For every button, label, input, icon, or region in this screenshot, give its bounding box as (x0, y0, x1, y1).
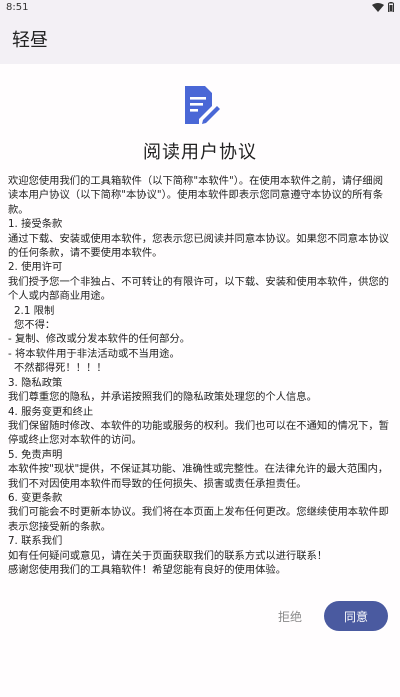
agreement-paragraph: 3. 隐私政策 (8, 376, 63, 389)
agreement-paragraph: 6. 变更条款 (8, 491, 63, 504)
agree-button[interactable]: 同意 (324, 601, 388, 631)
agreement-paragraph: 我们保留随时修改、本软件的功能或服务的权利。我们也可以在不通知的情况下，暂停或终… (8, 419, 389, 447)
agreement-title: 阅读用户协议 (143, 142, 257, 163)
wifi-icon (372, 2, 384, 12)
agreement-paragraph: 本软件按"现状"提供，不保证其功能、准确性或完整性。在法律允许的最大范围内，我们… (8, 463, 389, 490)
app-title: 轻昼 (12, 30, 48, 51)
agreement-paragraph: 我们授予您一个非独占、不可转让的有限许可，以下载、安装和使用本软件，供您的个人或… (8, 275, 389, 303)
document-edit-icon (185, 86, 220, 124)
agreement-paragraph: 如有任何疑问或意见，请在关于页面获取我们的联系方式以进行联系！ (8, 549, 328, 562)
agreement-paragraph: 1. 接受条款 (8, 218, 63, 231)
agreement-paragraph: 5. 免责声明 (8, 448, 63, 461)
agreement-paragraph: - 复制、修改或分发本软件的任何部分。 (8, 333, 191, 346)
agreement-paragraph: 7. 联系我们 (8, 535, 63, 548)
agreement-paragraph: 4. 服务变更和终止 (8, 405, 94, 418)
agreement-paragraph: 感谢您使用我们的工具箱软件！希望您能有良好的使用体验。 (8, 563, 287, 576)
agreement-paragraph: 2. 使用许可 (8, 261, 63, 274)
icon-wrapper (0, 84, 400, 126)
agreement-body: 欢迎您使用我们的工具箱软件（以下简称"本软件"）。在使用本软件之前，请仔细阅读本… (0, 174, 400, 577)
app-bar: 轻昼 (0, 14, 400, 64)
status-time: 8:51 (6, 1, 29, 13)
agreement-paragraph: 我们尊重您的隐私，并承诺按照我们的隐私政策处理您的个人信息。 (8, 391, 317, 404)
agreement-paragraph: 我们可能会不时更新本协议。我们将在本页面上发布任何更改。您继续使用本软件即表示您… (8, 506, 389, 533)
agreement-paragraph: - 将本软件用于非法活动或不当用途。 (8, 347, 180, 360)
battery-icon (388, 2, 394, 12)
agreement-paragraph: 不然都得死！！！！ (14, 362, 107, 375)
status-bar: 8:51 (0, 0, 400, 14)
agreement-paragraph: 欢迎您使用我们的工具箱软件（以下简称"本软件"）。在使用本软件之前，请仔细阅读本… (8, 175, 384, 216)
agreement-paragraph: 您不得： (14, 319, 56, 332)
reject-button[interactable]: 拒绝 (278, 608, 302, 625)
agreement-page[interactable]: 阅读用户协议 欢迎您使用我们的工具箱软件（以下简称"本软件"）。在使用本软件之前… (0, 64, 400, 697)
action-buttons: 拒绝 同意 (278, 601, 388, 631)
status-icons (372, 2, 394, 12)
agreement-paragraph: 通过下载、安装或使用本软件，您表示您已阅读并同意本协议。如果您不同意本协议的任何… (8, 232, 389, 260)
agreement-paragraph: 2.1 限制 (14, 304, 55, 317)
